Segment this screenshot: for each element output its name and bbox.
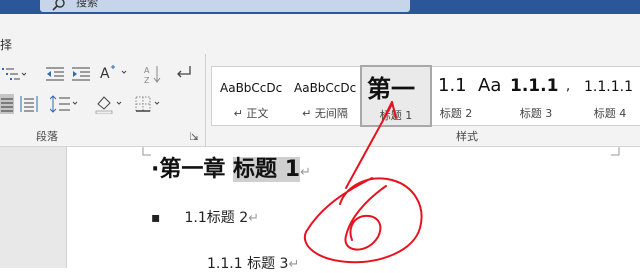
style-name: ↵ 正文 [233, 107, 269, 120]
svg-text:Z: Z [144, 76, 150, 84]
heading-3-text: 1.1.1 标题 3 [207, 256, 289, 272]
ribbon: 择 A A Z 段落 AaBbCcDc ↵ 正文 AaBbCcDc ↵ 无间隔 … [0, 14, 640, 152]
style-name: 标题 2 [439, 107, 473, 120]
style-sample: 1.1.1.1 [584, 79, 633, 95]
style-subtitle[interactable]: , [564, 67, 578, 123]
show-marks-icon[interactable] [174, 64, 194, 82]
page-corner-mark [611, 147, 620, 156]
heading-2-paragraph[interactable]: ▪ 1.1标题 2↵ [151, 207, 259, 227]
heading-1-selected-text: 标题 1 [233, 157, 300, 182]
svg-text:A: A [144, 66, 150, 75]
heading-3-paragraph[interactable]: 1.1.1 标题 3↵ [207, 253, 299, 273]
ribbon-cutoff-label: 择 [0, 38, 13, 52]
style-sample: 1.1.1 [510, 76, 559, 96]
shading-icon[interactable] [94, 94, 124, 114]
style-heading-1[interactable]: 第一 标题 1 [360, 65, 432, 127]
paragraph-mark: ↵ [248, 211, 260, 226]
style-name: 标题 1 [379, 109, 413, 122]
line-spacing-icon[interactable] [50, 94, 80, 114]
style-no-spacing[interactable]: AaBbCcDc ↵ 无间隔 [290, 67, 360, 123]
chinese-layout-icon[interactable]: A [100, 64, 130, 82]
style-heading-4[interactable]: 1.1.1.1 标题 4 [578, 67, 640, 123]
style-title[interactable]: Aa [474, 67, 504, 123]
style-sample: 1.1 [438, 75, 467, 96]
search-box[interactable]: 搜索 [40, 0, 410, 12]
heading-2-text: 1.1标题 2 [184, 210, 249, 226]
justify-icon[interactable] [0, 94, 14, 114]
paragraph-mark: ↵ [288, 257, 300, 272]
decrease-indent-icon[interactable] [46, 66, 64, 82]
sort-icon[interactable]: A Z [144, 64, 162, 84]
paragraph-dialog-launcher-icon[interactable] [190, 132, 198, 140]
page-corner-mark [142, 147, 151, 156]
style-name: 标题 4 [593, 107, 627, 120]
style-name: ↵ 无间隔 [302, 107, 348, 120]
list-bullet: ▪ [151, 210, 161, 226]
style-heading-3[interactable]: 1.1.1 标题 3 [504, 67, 568, 123]
increase-indent-icon[interactable] [72, 66, 90, 82]
style-normal[interactable]: AaBbCcDc ↵ 正文 [216, 67, 286, 123]
style-sample: AaBbCcDc [220, 81, 283, 95]
style-sample: AaBbCcDc [294, 81, 357, 95]
style-sample: 第一 [367, 75, 415, 103]
multilevel-list-icon[interactable] [2, 66, 26, 82]
paragraph-mark: ↵ [300, 165, 311, 180]
style-sample: , [566, 79, 571, 94]
document-area: ·第一章 标题 1↵ ▪ 1.1标题 2↵ 1.1.1 标题 3↵ [0, 147, 640, 272]
style-heading-2[interactable]: 1.1 标题 2 [434, 67, 478, 123]
styles-group-label: 样式 [456, 130, 478, 143]
group-separator [205, 54, 206, 152]
search-label: 搜索 [76, 0, 98, 9]
heading-1-paragraph[interactable]: ·第一章 标题 1↵ [151, 151, 311, 183]
styles-gallery: AaBbCcDc ↵ 正文 AaBbCcDc ↵ 无间隔 第一 标题 1 1.1… [211, 65, 640, 127]
borders-icon[interactable] [134, 94, 164, 114]
title-bar: 搜索 [0, 0, 640, 14]
search-icon [52, 0, 65, 11]
distributed-align-icon[interactable] [20, 96, 38, 112]
document-page[interactable]: ·第一章 标题 1↵ ▪ 1.1标题 2↵ 1.1.1 标题 3↵ [66, 147, 640, 272]
style-sample: Aa [478, 75, 502, 96]
paragraph-group-label: 段落 [36, 130, 58, 143]
style-name: 标题 3 [519, 107, 553, 120]
heading-1-prefix: ·第一章 [151, 157, 234, 182]
svg-text:A: A [100, 66, 110, 82]
